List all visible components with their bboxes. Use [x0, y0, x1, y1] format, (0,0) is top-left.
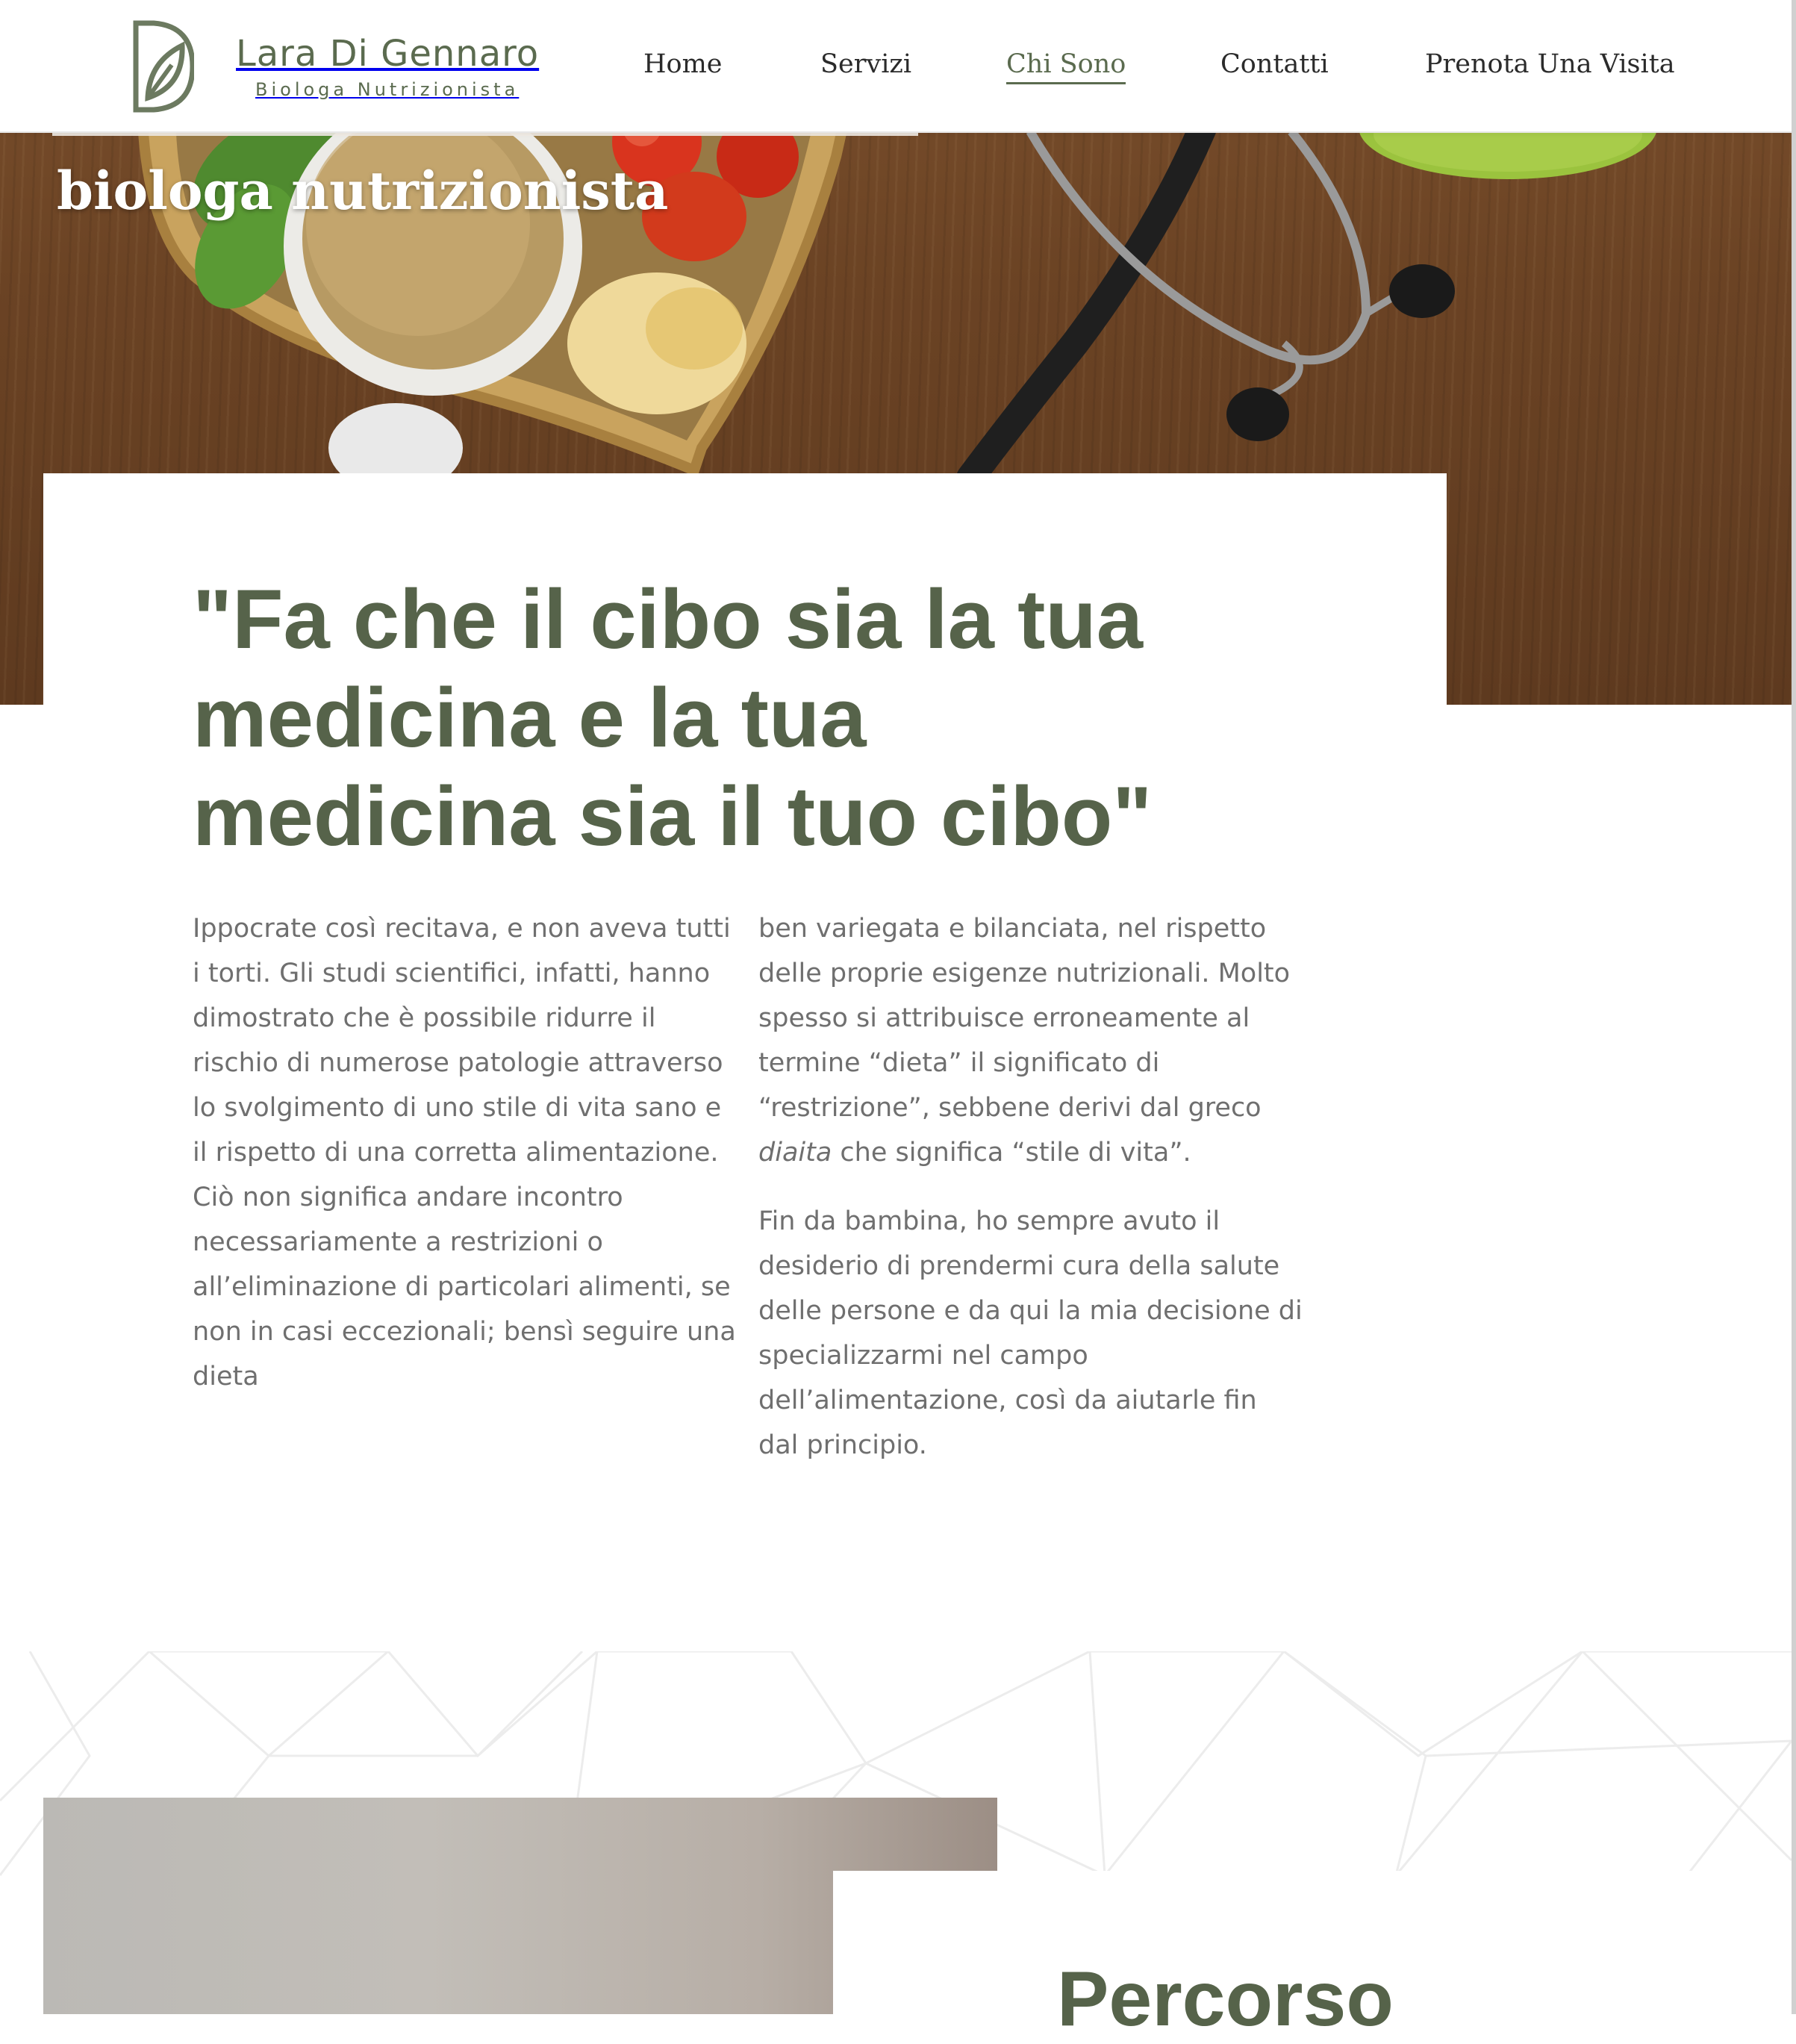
- nav-home[interactable]: Home: [643, 49, 723, 79]
- nav-servizi[interactable]: Servizi: [820, 49, 911, 79]
- hero-subtitle: biologa nutrizionista: [57, 160, 669, 222]
- intro-paragraph-2: ben variegata e bilanciata, nel rispetto…: [758, 914, 1291, 1168]
- intro-column-right: ben variegata e bilanciata, nel rispetto…: [758, 906, 1303, 1492]
- intro-paragraph-1: Ippocrate così recitava, e non aveva tut…: [193, 914, 736, 1392]
- nav-chi-sono[interactable]: Chi Sono: [1006, 49, 1126, 84]
- leaf-letter-logo-icon: [131, 20, 194, 113]
- site-header: Lara Di Gennaro Biologa Nutrizionista Ho…: [0, 0, 1792, 133]
- brand-tagline: Biologa Nutrizionista: [255, 79, 520, 100]
- hippocrates-quote: "Fa che il cibo sia la tua medicina e la…: [193, 573, 1153, 863]
- brand-name: Lara Di Gennaro: [236, 33, 540, 75]
- about-heading: Percorso: [1057, 1956, 1394, 2043]
- intro-paragraph-3: Fin da bambina, ho sempre avuto il desid…: [758, 1206, 1303, 1460]
- nav-prenota-visita[interactable]: Prenota Una Visita: [1425, 49, 1675, 79]
- brand-home-link[interactable]: Lara Di Gennaro Biologa Nutrizionista: [131, 19, 539, 113]
- window-edge: [1792, 0, 1796, 2014]
- nav-contatti[interactable]: Contatti: [1220, 49, 1329, 79]
- intro-column-left: Ippocrate così recitava, e non aveva tut…: [193, 906, 738, 1423]
